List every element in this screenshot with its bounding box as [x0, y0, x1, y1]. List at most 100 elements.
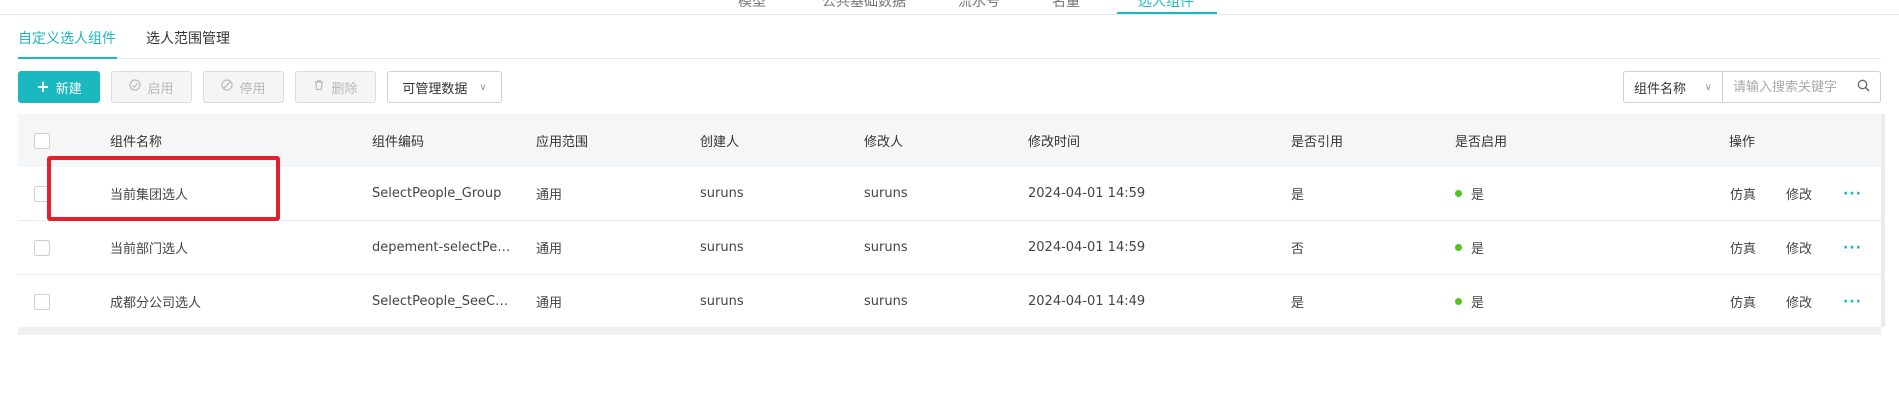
col-header-code[interactable]: 组件编码 — [372, 114, 424, 167]
components-table: 组件名称 组件编码 应用范围 创建人 修改人 修改时间 是否引用 是否启用 操作… — [18, 114, 1881, 329]
col-header-scope[interactable]: 应用范围 — [536, 114, 588, 167]
horizontal-scrollbar[interactable] — [18, 327, 1881, 335]
search-icon[interactable] — [1857, 79, 1870, 96]
component-code: SelectPeople_SeeCompany — [372, 275, 512, 328]
col-header-name[interactable]: 组件名称 — [110, 114, 162, 167]
row-checkbox[interactable] — [34, 239, 50, 256]
component-code-text: depement-selectPeople — [372, 240, 512, 255]
enabled-status-text: 是 — [1471, 242, 1485, 257]
modifier: suruns — [864, 240, 908, 255]
chevron-down-icon: ∨ — [479, 81, 487, 93]
search-field — [1723, 71, 1881, 103]
simulate-action[interactable]: 仿真 — [1730, 167, 1756, 220]
modified-time: 2024-04-01 14:59 — [1028, 186, 1146, 201]
enabled-status-text: 是 — [1471, 296, 1485, 311]
search-type-select[interactable]: 组件名称 ∨ — [1623, 71, 1723, 103]
tabs-divider — [18, 58, 1881, 59]
creator: suruns — [700, 186, 744, 201]
referenced: 否 — [1291, 242, 1305, 257]
chevron-down-icon: ∨ — [1704, 81, 1712, 93]
trash-icon — [313, 79, 325, 95]
table-header: 组件名称 组件编码 应用范围 创建人 修改人 修改时间 是否引用 是否启用 操作 — [18, 114, 1881, 167]
enabled-status-text: 是 — [1471, 188, 1485, 203]
tab-select-range-manage[interactable]: 选人范围管理 — [146, 28, 230, 48]
creator: suruns — [700, 294, 744, 309]
more-icon: ··· — [1843, 239, 1862, 256]
col-header-enabled[interactable]: 是否启用 — [1455, 114, 1507, 167]
search-group: 组件名称 ∨ — [1623, 71, 1881, 103]
top-nav-item-quantity[interactable]: 名量 — [1052, 0, 1080, 11]
modified-time: 2024-04-01 14:59 — [1028, 240, 1146, 255]
component-name-link[interactable]: 成都分公司选人 — [110, 275, 201, 328]
referenced: 是 — [1291, 188, 1305, 203]
enabled-status: 是 — [1455, 167, 1484, 220]
select-all-checkbox-cell — [34, 114, 50, 167]
more-icon: ··· — [1843, 293, 1862, 310]
component-code: SelectPeople_Group — [372, 167, 512, 220]
enabled-status: 是 — [1455, 275, 1484, 328]
status-dot — [1455, 298, 1462, 305]
search-type-value: 组件名称 — [1634, 81, 1687, 97]
vertical-scrollbar[interactable] — [1881, 114, 1885, 327]
top-nav-item-select-people[interactable]: 选人组件 — [1138, 0, 1194, 11]
top-nav: 模型 公共基础数据 流水号 名量 选人组件 — [0, 0, 1899, 15]
manage-data-select[interactable]: 可管理数据 ∨ — [387, 71, 502, 103]
search-input[interactable] — [1733, 79, 1851, 95]
select-all-checkbox[interactable] — [34, 132, 50, 149]
tab-custom-select-component[interactable]: 自定义选人组件 — [18, 28, 116, 48]
col-header-modified-time[interactable]: 修改时间 — [1028, 114, 1080, 167]
more-actions[interactable]: ··· — [1843, 221, 1862, 274]
row-checkbox-cell — [34, 275, 50, 328]
new-button-label: 新建 — [55, 81, 82, 97]
col-header-creator[interactable]: 创建人 — [700, 114, 739, 167]
simulate-action[interactable]: 仿真 — [1730, 275, 1756, 328]
scope: 通用 — [536, 188, 563, 203]
referenced: 是 — [1291, 296, 1305, 311]
row-checkbox[interactable] — [34, 185, 50, 202]
component-code-text: SelectPeople_SeeCompany — [372, 294, 512, 309]
top-nav-active-indicator — [1117, 12, 1217, 14]
table-row[interactable]: 成都分公司选人 SelectPeople_SeeCompany 通用 surun… — [18, 275, 1881, 329]
component-name-link[interactable]: 当前集团选人 — [110, 167, 188, 220]
more-actions[interactable]: ··· — [1843, 167, 1862, 220]
disable-button[interactable]: 停用 — [203, 71, 284, 103]
plus-icon: + — [36, 77, 50, 96]
manage-data-select-value: 可管理数据 — [402, 81, 468, 97]
col-header-referenced[interactable]: 是否引用 — [1291, 114, 1343, 167]
enable-button[interactable]: 启用 — [111, 71, 192, 103]
active-tab-indicator — [18, 57, 117, 59]
enable-button-label: 启用 — [147, 81, 174, 97]
scope: 通用 — [536, 296, 563, 311]
status-dot — [1455, 190, 1462, 197]
simulate-action[interactable]: 仿真 — [1730, 221, 1756, 274]
table-row[interactable]: 当前集团选人 SelectPeople_Group 通用 suruns suru… — [18, 167, 1881, 221]
edit-action[interactable]: 修改 — [1786, 167, 1812, 220]
modifier: suruns — [864, 186, 908, 201]
row-checkbox-cell — [34, 221, 50, 274]
more-actions[interactable]: ··· — [1843, 275, 1862, 328]
new-button[interactable]: + 新建 — [18, 71, 100, 103]
disable-button-label: 停用 — [239, 81, 266, 97]
enabled-status: 是 — [1455, 221, 1484, 274]
modifier: suruns — [864, 294, 908, 309]
edit-action[interactable]: 修改 — [1786, 221, 1812, 274]
component-name-link[interactable]: 当前部门选人 — [110, 221, 188, 274]
component-code-text: SelectPeople_Group — [372, 186, 502, 201]
top-nav-item-model[interactable]: 模型 — [738, 0, 766, 11]
edit-action[interactable]: 修改 — [1786, 275, 1812, 328]
col-header-modifier[interactable]: 修改人 — [864, 114, 903, 167]
row-checkbox[interactable] — [34, 293, 50, 310]
ban-icon — [221, 79, 234, 95]
top-nav-item-serial[interactable]: 流水号 — [958, 0, 1000, 11]
delete-button[interactable]: 删除 — [295, 71, 376, 103]
component-code: depement-selectPeople — [372, 221, 512, 274]
more-icon: ··· — [1843, 185, 1862, 202]
col-header-actions: 操作 — [1729, 135, 1756, 150]
delete-button-label: 删除 — [331, 81, 358, 97]
status-dot — [1455, 244, 1462, 251]
scope: 通用 — [536, 242, 563, 257]
top-nav-item-public-data[interactable]: 公共基础数据 — [822, 0, 906, 11]
check-circle-icon — [129, 79, 142, 95]
table-row[interactable]: 当前部门选人 depement-selectPeople 通用 suruns s… — [18, 221, 1881, 275]
creator: suruns — [700, 240, 744, 255]
